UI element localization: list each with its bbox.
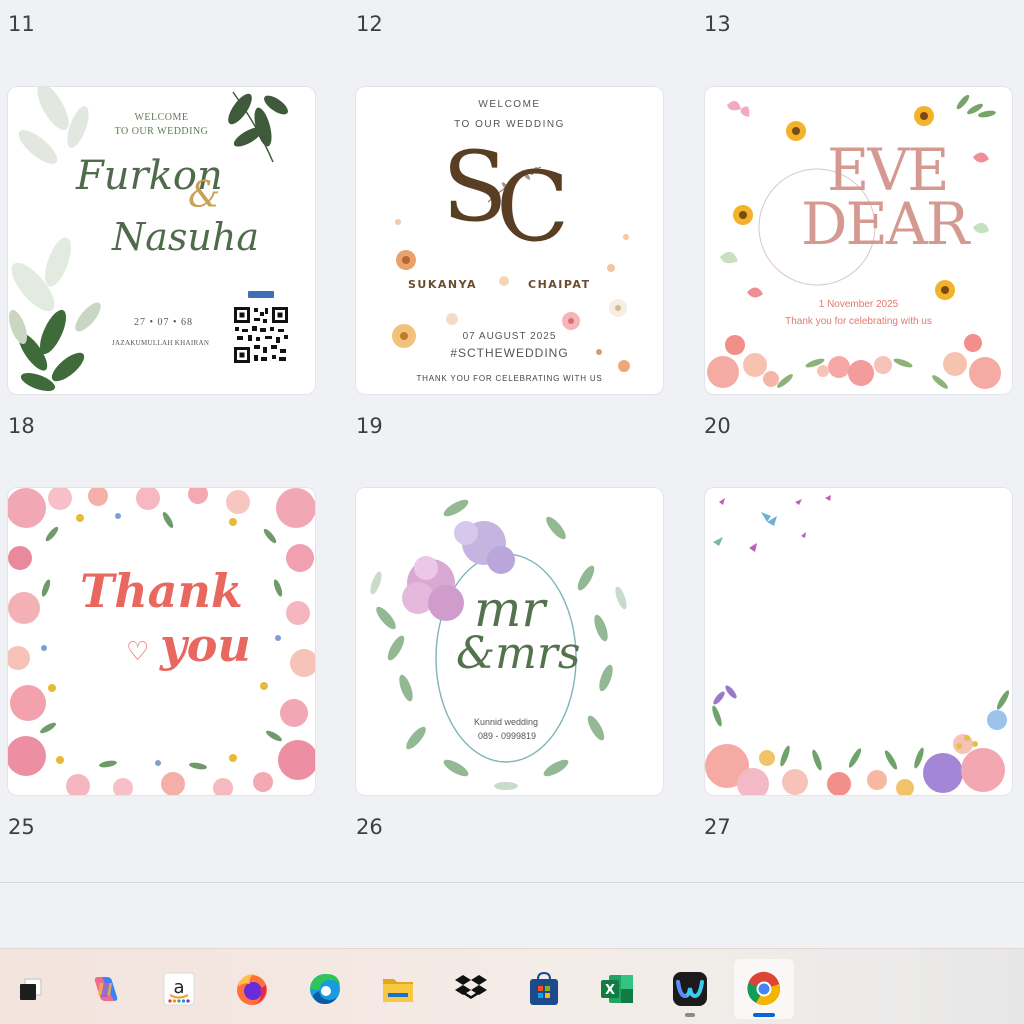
template-number: 18	[8, 414, 35, 438]
thanks-text: Thank you for celebrating with us	[785, 316, 932, 327]
to-wedding-text: TO OUR WEDDING	[454, 119, 565, 130]
taskbar-amazon[interactable]: a	[149, 959, 209, 1019]
template-card-26[interactable]: mr &mrs Kunnid wedding 089 - 0999819	[356, 488, 663, 795]
template-card-25[interactable]: Thank ♡ you	[8, 488, 315, 795]
webex-icon	[673, 972, 707, 1006]
amazon-letter: a	[173, 977, 184, 998]
taskbar-file-explorer[interactable]	[368, 959, 428, 1019]
you-text: you	[160, 618, 251, 672]
thank-text: Thank	[80, 564, 243, 618]
taskbar-dropbox[interactable]	[441, 959, 501, 1019]
firefox-icon	[237, 974, 267, 1005]
monogram-c: C	[496, 151, 570, 263]
couple-name-2: CHAIPAT	[528, 278, 591, 291]
running-indicator	[685, 1013, 695, 1017]
active-indicator	[753, 1013, 775, 1017]
taskbar-store[interactable]	[514, 959, 574, 1019]
wedding-date: 07 AUGUST 2025	[462, 331, 557, 342]
template-number: 19	[356, 414, 383, 438]
folder-icon	[383, 979, 413, 1002]
phone-number: 089 - 0999819	[478, 731, 537, 741]
task-view-icon	[20, 978, 42, 1000]
template-number: 11	[8, 12, 35, 36]
amazon-icon: a	[163, 972, 195, 1006]
event-date: 1 November 2025	[818, 299, 899, 310]
mrs-text: &mrs	[456, 628, 581, 679]
template-number: 13	[704, 12, 731, 36]
template-card-27[interactable]	[705, 488, 1012, 795]
template-card-20[interactable]: EVE DEAR 1 November 2025 Thank you for c…	[705, 87, 1012, 394]
template-number: 25	[8, 815, 35, 839]
hashtag: #SCTHEWEDDING	[450, 346, 569, 360]
taskbar-firefox[interactable]	[222, 959, 282, 1019]
excel-letter: X	[605, 983, 615, 998]
template-card-18[interactable]: WELCOME TO OUR WEDDING Furkon & Nasuha 2…	[8, 87, 315, 394]
mr-text: mr	[474, 580, 546, 638]
welcome-text: WELCOME	[134, 112, 189, 123]
qr-code	[232, 305, 290, 365]
taskbar-copilot[interactable]	[76, 959, 136, 1019]
footer-text: JAZAKUMULLAH KHAIRAN	[112, 339, 210, 347]
template-number: 27	[704, 815, 731, 839]
title-dear: DEAR	[801, 190, 969, 258]
edge-icon	[310, 974, 340, 1004]
template-number: 26	[356, 815, 383, 839]
ampersand: &	[188, 175, 221, 216]
taskbar-excel[interactable]: X	[587, 959, 647, 1019]
wedding-subtitle: Kunnid wedding	[474, 717, 539, 727]
dropbox-icon	[455, 975, 487, 999]
to-wedding-text: TO OUR WEDDING	[114, 126, 209, 137]
chrome-icon	[747, 971, 780, 1005]
store-icon	[530, 971, 558, 1005]
couple-name-1: SUKANYA	[408, 278, 478, 291]
template-card-19[interactable]: WELCOME TO OUR WEDDING S C SUKANYA CHAIP…	[356, 87, 663, 394]
floral-decoration	[705, 495, 1010, 795]
welcome-text: WELCOME	[478, 99, 541, 110]
taskbar-task-view[interactable]	[0, 959, 60, 1019]
divider	[0, 882, 1024, 883]
thanks-text: THANK YOU FOR CELEBRATING WITH US	[416, 374, 603, 383]
small-badge	[248, 291, 274, 298]
wedding-date: 27 • 07 • 68	[134, 317, 194, 328]
taskbar-webex[interactable]	[660, 959, 720, 1019]
taskbar: a X	[0, 948, 1024, 1024]
copilot-icon	[94, 977, 118, 1001]
couple-name-2: Nasuha	[112, 215, 260, 259]
template-number: 20	[704, 414, 731, 438]
taskbar-chrome[interactable]	[734, 959, 794, 1019]
excel-icon: X	[601, 975, 633, 1003]
template-number: 12	[356, 12, 383, 36]
taskbar-edge[interactable]	[295, 959, 355, 1019]
heart-icon: ♡	[126, 636, 150, 666]
